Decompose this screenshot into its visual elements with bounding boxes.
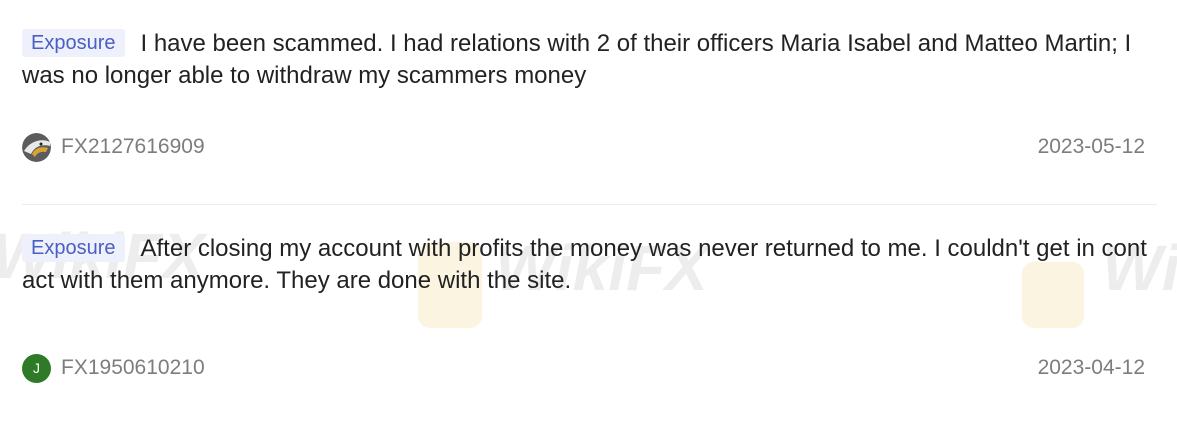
review-text: I have been scammed. I had relations wit…	[22, 30, 1132, 89]
review-text: After closing my account with profits th…	[22, 235, 1147, 294]
username: FX2127616909	[61, 135, 205, 158]
review-feed: Exposure I have been scammed. I had relat…	[22, 0, 1157, 430]
user-info[interactable]: FX2127616909	[22, 132, 205, 162]
exposure-tag[interactable]: Exposure	[22, 234, 125, 262]
review-meta: J FX1950610210 2023-04-12	[22, 352, 1145, 384]
user-info[interactable]: J FX1950610210	[22, 353, 205, 383]
review-item: Exposure I have been scammed. I had relat…	[22, 0, 1157, 205]
review-date: 2023-04-12	[1037, 356, 1145, 379]
review-content: Exposure After closing my account with pr…	[22, 233, 1155, 297]
exposure-tag[interactable]: Exposure	[22, 29, 125, 57]
review-content: Exposure I have been scammed. I had relat…	[22, 28, 1155, 92]
review-meta: FX2127616909 2023-05-12	[22, 131, 1145, 163]
review-date: 2023-05-12	[1037, 135, 1145, 158]
username: FX1950610210	[61, 356, 205, 379]
review-item: Exposure After closing my account with pr…	[22, 205, 1157, 430]
avatar: J	[22, 353, 51, 383]
eagle-avatar-icon	[22, 132, 51, 162]
